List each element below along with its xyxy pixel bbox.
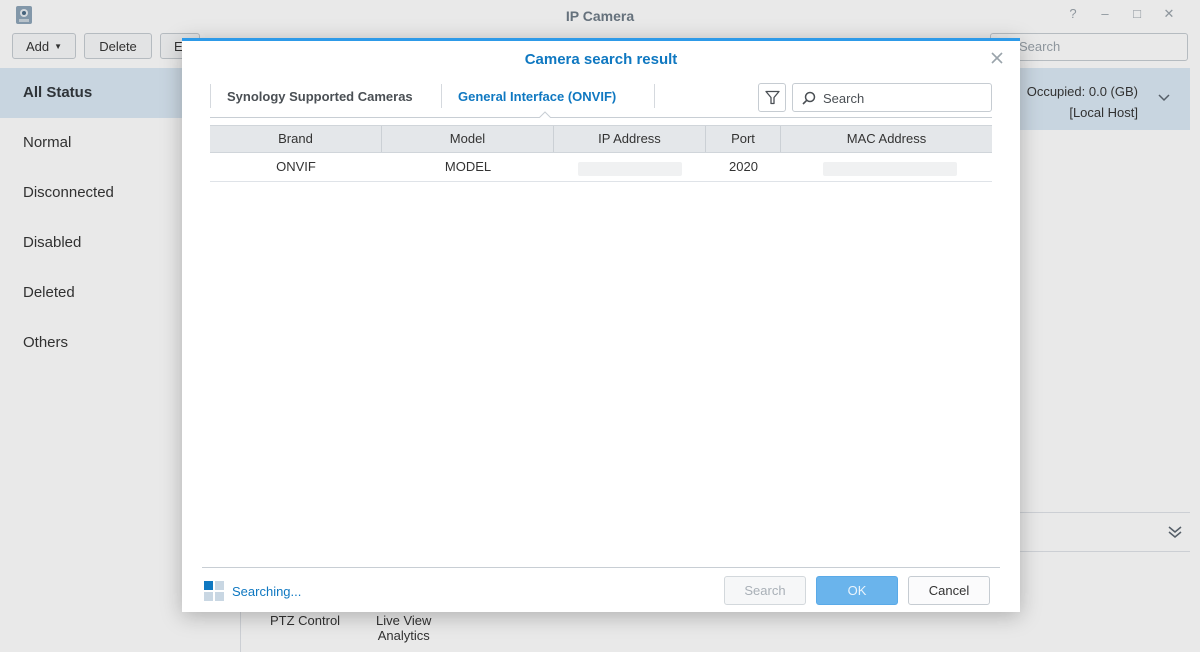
redacted-mac bbox=[823, 162, 957, 176]
active-tab-indicator bbox=[539, 111, 551, 118]
tab-separator bbox=[654, 84, 655, 108]
tab-separator bbox=[441, 84, 442, 108]
cell-brand: ONVIF bbox=[276, 159, 316, 174]
tab-general-interface-onvif[interactable]: General Interface (ONVIF) bbox=[458, 89, 616, 104]
camera-search-dialog: Camera search result Synology Supported … bbox=[182, 38, 1020, 612]
column-header-mac-address[interactable]: MAC Address bbox=[781, 126, 992, 152]
close-icon[interactable] bbox=[990, 51, 1004, 65]
column-header-ip-address[interactable]: IP Address bbox=[554, 126, 706, 152]
search-icon bbox=[802, 91, 816, 105]
table-header: Brand Model IP Address Port MAC Address bbox=[210, 125, 992, 153]
footer-divider bbox=[202, 567, 1000, 568]
table-row[interactable]: ONVIF MODEL 2020 bbox=[210, 153, 992, 182]
tab-separator bbox=[210, 84, 211, 108]
column-header-model[interactable]: Model bbox=[382, 126, 554, 152]
filter-button[interactable] bbox=[758, 83, 786, 112]
spinner-icon bbox=[204, 581, 224, 601]
search-status-text: Searching... bbox=[232, 584, 302, 599]
column-header-brand[interactable]: Brand bbox=[210, 126, 382, 152]
dialog-search-field bbox=[792, 83, 992, 113]
search-button[interactable]: Search bbox=[724, 576, 806, 605]
tab-synology-supported-cameras[interactable]: Synology Supported Cameras bbox=[227, 89, 413, 104]
column-header-port[interactable]: Port bbox=[706, 126, 781, 152]
cell-mac-address bbox=[781, 153, 992, 181]
cell-port: 2020 bbox=[729, 159, 758, 174]
cell-model: MODEL bbox=[444, 159, 492, 174]
cell-ip-address bbox=[554, 153, 706, 181]
filter-icon bbox=[765, 90, 780, 105]
camera-results-table: Brand Model IP Address Port MAC Address … bbox=[210, 125, 992, 182]
dialog-search-input[interactable] bbox=[821, 84, 990, 113]
dialog-title: Camera search result bbox=[524, 51, 678, 68]
ok-button[interactable]: OK bbox=[816, 576, 898, 605]
tabs-divider bbox=[210, 117, 992, 118]
cancel-button[interactable]: Cancel bbox=[908, 576, 990, 605]
redacted-ip bbox=[578, 162, 682, 176]
